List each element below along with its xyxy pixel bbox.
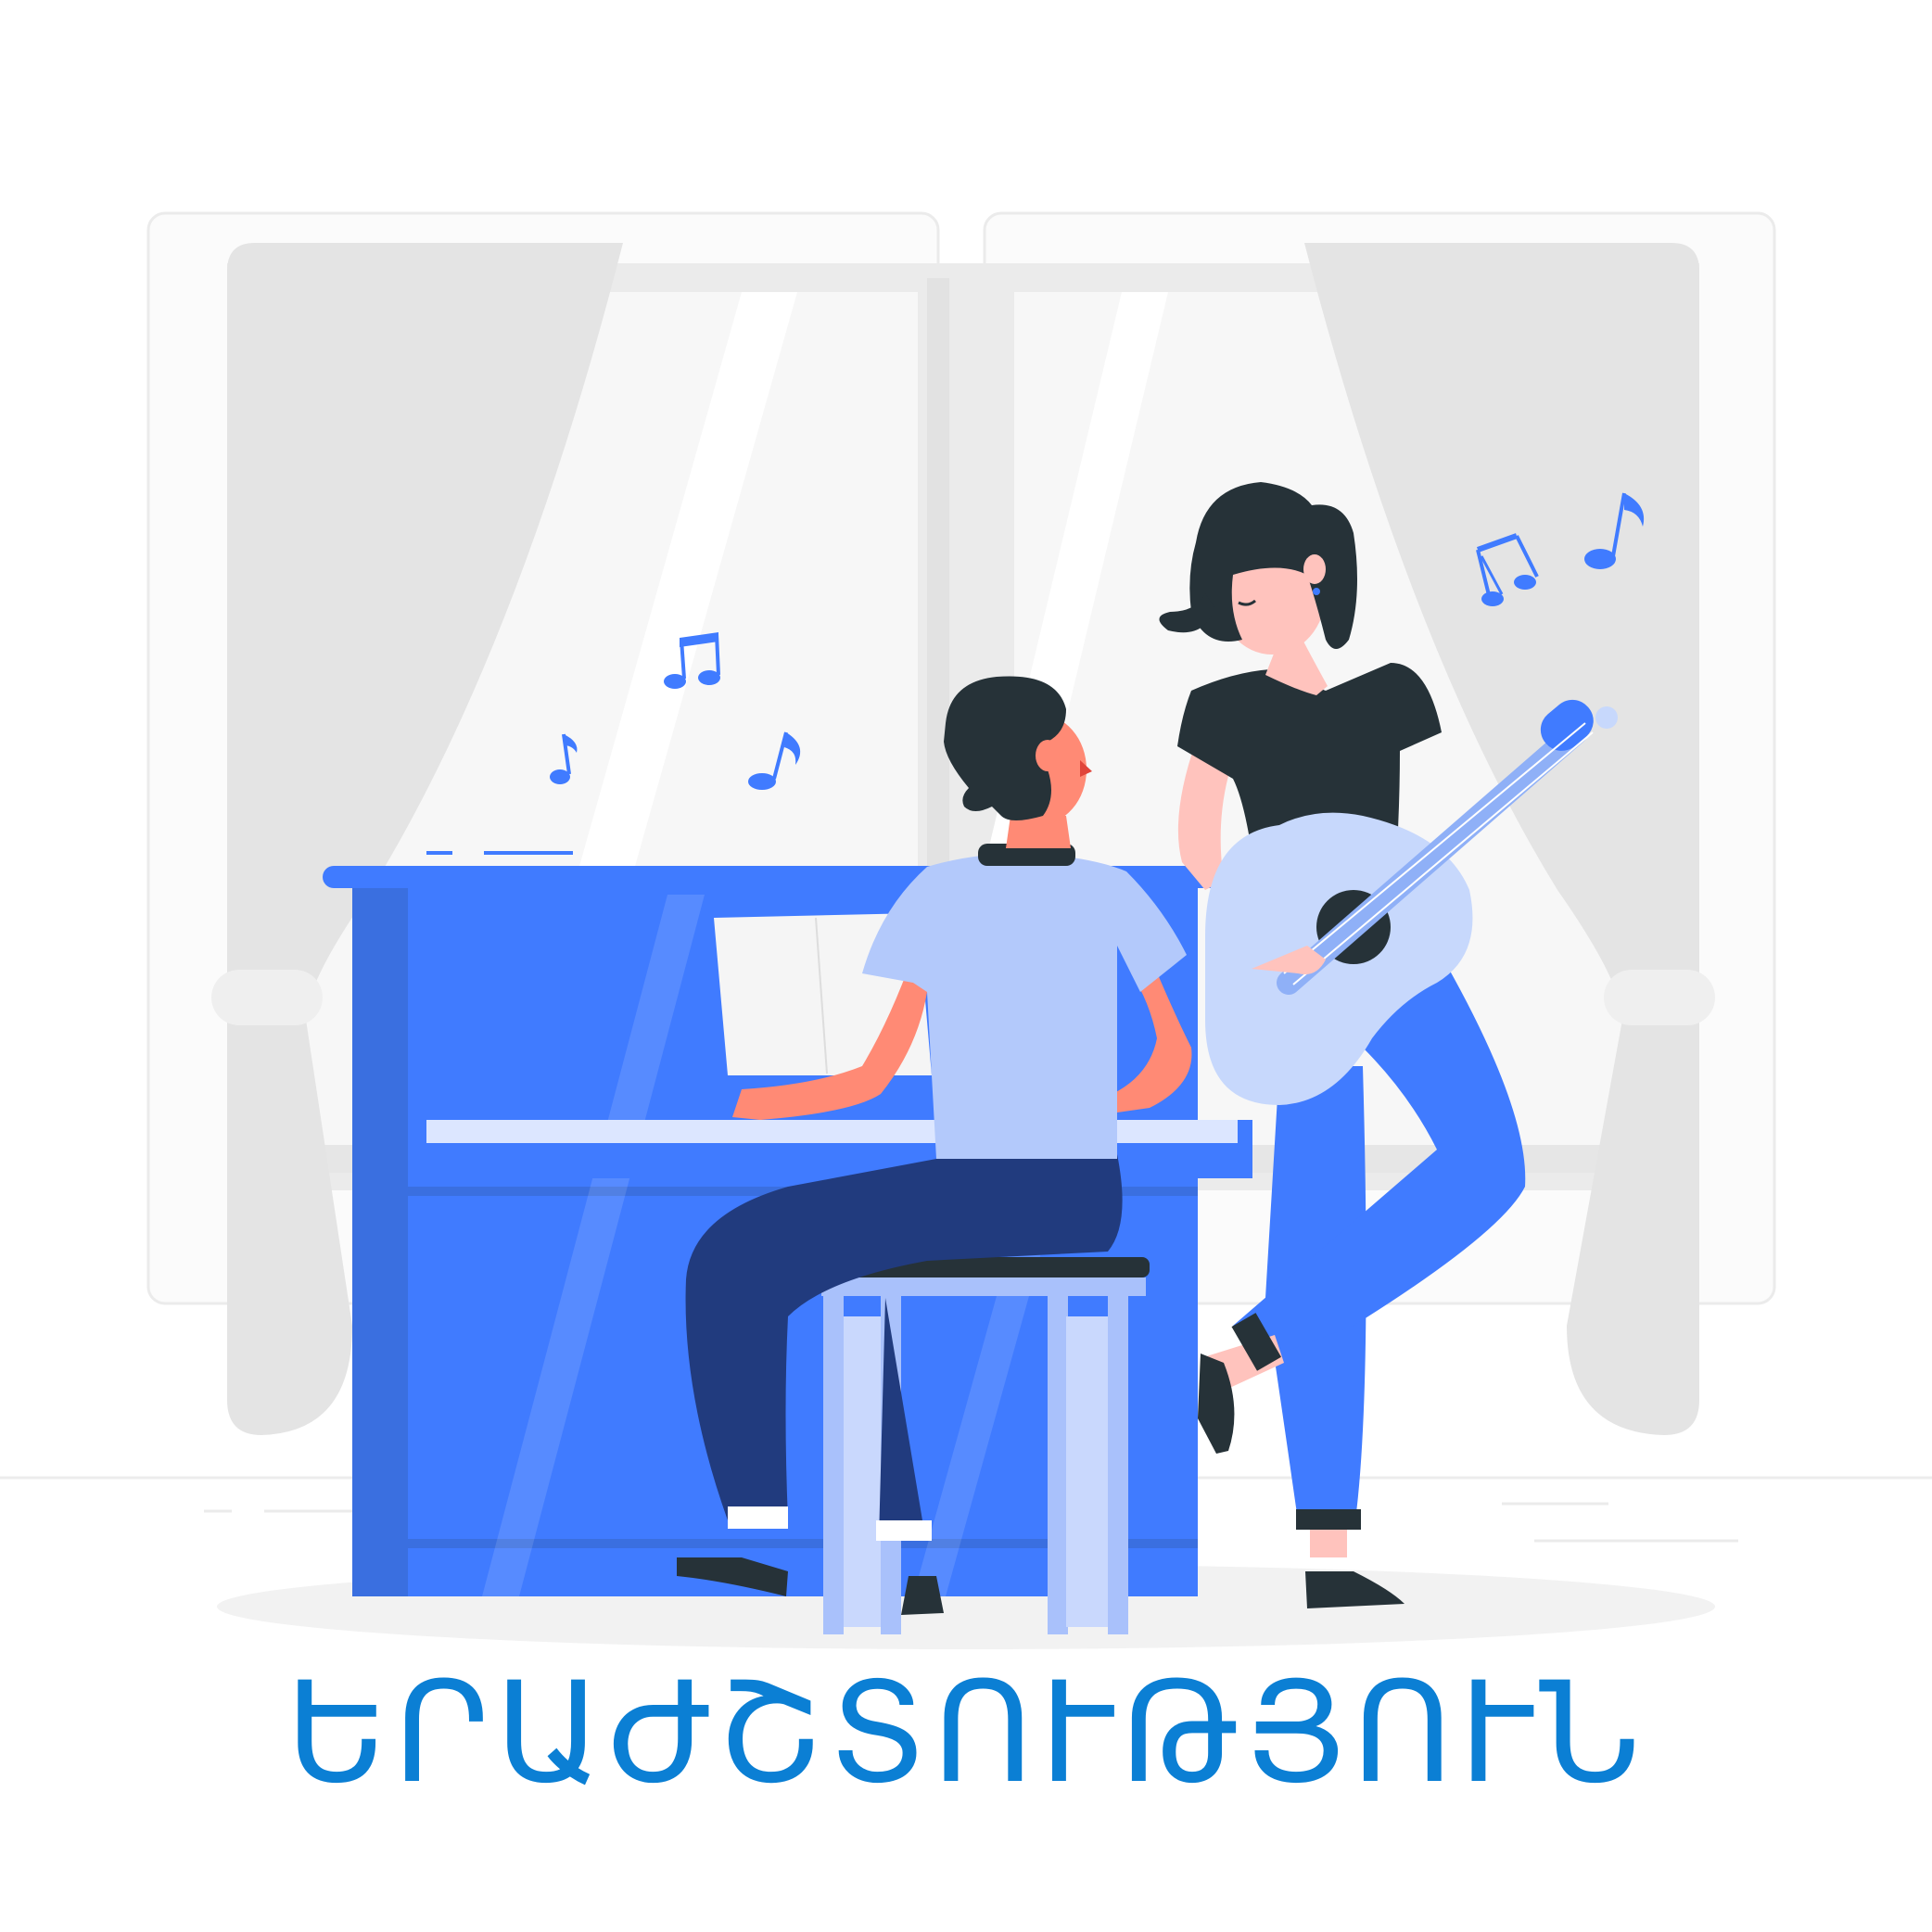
- music-illustration: [0, 211, 1932, 1649]
- shoe: [901, 1576, 944, 1615]
- caption-title: ԵՐԱԺՇՏՈՒԹՅՈՒՆ: [286, 1653, 1646, 1814]
